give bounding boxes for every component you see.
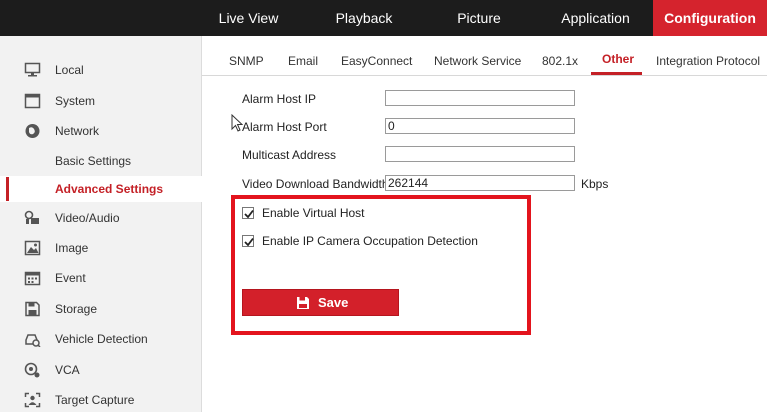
tab-other[interactable]: Other xyxy=(602,52,634,66)
calendar-icon xyxy=(24,271,41,286)
tab-network-service[interactable]: Network Service xyxy=(434,54,521,68)
tab-802-1x[interactable]: 802.1x xyxy=(542,54,578,68)
sidebar-item-label: System xyxy=(55,94,96,108)
sidebar-item-vca[interactable]: VCA xyxy=(0,357,202,383)
target-capture-icon xyxy=(24,392,41,408)
sidebar-item-video-audio[interactable]: Video/Audio xyxy=(0,205,202,231)
sidebar-item-system[interactable]: System xyxy=(0,88,202,114)
multicast-address-input[interactable] xyxy=(385,146,575,162)
highlight-box xyxy=(231,195,531,335)
sidebar-item-label: Storage xyxy=(55,302,98,316)
bandwidth-unit-label: Kbps xyxy=(581,177,609,191)
video-download-bandwidth-input[interactable] xyxy=(385,175,575,191)
tab-email[interactable]: Email xyxy=(288,54,318,68)
sidebar-item-basic-settings[interactable]: Basic Settings xyxy=(0,148,202,174)
globe-icon xyxy=(25,124,40,138)
sidebar-item-image[interactable]: Image xyxy=(0,235,202,261)
active-tab-indicator xyxy=(591,72,642,75)
sidebar-item-label: VCA xyxy=(55,363,80,377)
video-audio-icon xyxy=(24,210,39,224)
sidebar-item-label: Basic Settings xyxy=(55,154,132,168)
sidebar-item-local[interactable]: Local xyxy=(0,57,202,83)
alarm-host-port-input[interactable] xyxy=(385,118,575,134)
sidebar-item-network[interactable]: Network xyxy=(0,118,202,144)
nav-configuration[interactable]: Configuration xyxy=(653,0,767,36)
system-window-icon xyxy=(24,93,41,109)
nav-playback[interactable]: Playback xyxy=(318,0,410,36)
sidebar-item-vehicle-detection[interactable]: Vehicle Detection xyxy=(0,326,202,352)
alarm-host-ip-input[interactable] xyxy=(385,90,575,106)
vca-icon xyxy=(24,362,40,378)
nav-live-view[interactable]: Live View xyxy=(201,0,296,36)
video-download-bandwidth-label: Video Download Bandwidth xyxy=(242,177,389,191)
tab-snmp[interactable]: SNMP xyxy=(229,54,264,68)
nav-application[interactable]: Application xyxy=(548,0,643,36)
sidebar-item-label: Video/Audio xyxy=(55,211,120,225)
floppy-disk-icon xyxy=(25,301,40,317)
sidebar-item-label: Advanced Settings xyxy=(55,182,164,196)
nav-picture[interactable]: Picture xyxy=(435,0,523,36)
sidebar-item-label: Network xyxy=(55,124,100,138)
sidebar-item-event[interactable]: Event xyxy=(0,265,202,291)
sidebar-item-label: Vehicle Detection xyxy=(55,332,148,346)
mouse-cursor-icon xyxy=(231,114,243,132)
sidebar-item-advanced-settings[interactable]: Advanced Settings xyxy=(0,176,202,202)
sub-tab-bar: SNMP Email EasyConnect Network Service 8… xyxy=(202,36,767,76)
sidebar-item-target-capture[interactable]: Target Capture xyxy=(0,387,202,412)
sidebar-item-storage[interactable]: Storage xyxy=(0,296,202,322)
multicast-address-label: Multicast Address xyxy=(242,148,337,162)
sidebar-item-label: Image xyxy=(55,241,89,255)
tab-integration-protocol[interactable]: Integration Protocol xyxy=(656,54,760,68)
sidebar-item-label: Local xyxy=(55,63,84,77)
image-icon xyxy=(24,240,41,256)
monitor-icon xyxy=(24,62,41,77)
alarm-host-port-label: Alarm Host Port xyxy=(242,120,327,134)
vehicle-search-icon xyxy=(25,334,41,347)
sidebar-item-label: Target Capture xyxy=(55,393,135,407)
top-navigation-bar: Live View Playback Picture Application C… xyxy=(0,0,767,36)
sidebar-item-label: Event xyxy=(55,271,86,285)
alarm-host-ip-label: Alarm Host IP xyxy=(242,92,317,106)
tab-easyconnect[interactable]: EasyConnect xyxy=(341,54,412,68)
